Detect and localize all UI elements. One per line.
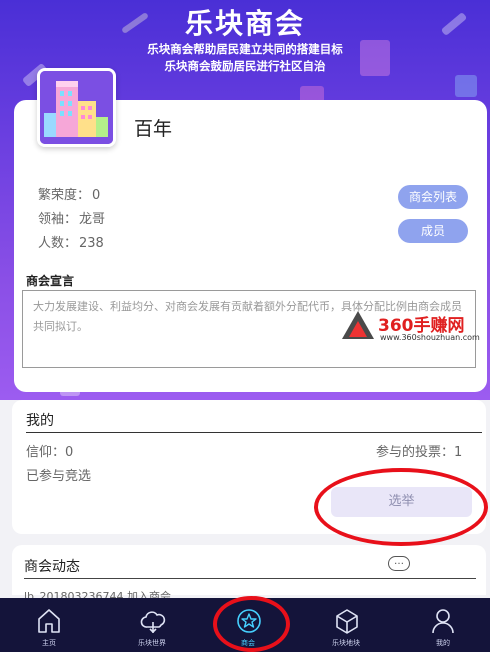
my-section-title: 我的: [26, 413, 54, 429]
members-label: 人数：: [38, 236, 78, 251]
tab-home[interactable]: 主页: [0, 598, 98, 652]
bottom-tab-bar: 主页 乐块世界 商会 乐块地块 我的: [0, 598, 490, 652]
home-icon: [38, 609, 60, 633]
faith-stat: 信仰：0: [26, 441, 73, 460]
watermark-logo-accent: [349, 321, 367, 337]
faith-label: 信仰：: [26, 445, 66, 460]
star-icon: [237, 609, 261, 633]
page-title: 乐块商会: [184, 7, 305, 40]
user-icon: [432, 609, 454, 634]
votes-stat: 参与的投票：1: [376, 441, 462, 460]
campaign-status: 已参与竞选: [26, 469, 92, 484]
news-section-title: 商会动态: [24, 559, 80, 575]
guild-list-button[interactable]: 商会列表: [398, 185, 468, 209]
tab-world-label: 乐块世界: [138, 639, 166, 647]
guild-name: 百年: [134, 118, 173, 140]
faith-value: 0: [65, 445, 74, 460]
more-icon[interactable]: …: [388, 556, 410, 571]
prosperity-value: 0: [92, 188, 101, 203]
building-icon: [40, 71, 113, 144]
divider: [26, 432, 482, 433]
tab-guild-label: 商会: [241, 639, 255, 647]
elect-button[interactable]: 选举: [331, 487, 472, 517]
site-watermark: 360手赚网 www.360shouzhuan.com: [342, 309, 482, 345]
hero-subtitle-1: 乐块商会帮助居民建立共同的搭建目标: [147, 42, 343, 56]
leader-value: 龙哥: [79, 212, 106, 227]
members-value: 238: [79, 236, 104, 251]
cube-icon: [336, 609, 358, 634]
leader-stat: 领袖： 龙哥: [38, 208, 105, 227]
cloud-icon: [140, 611, 166, 634]
prosperity-stat: 繁荣度： 0: [38, 184, 100, 203]
tab-profile-label: 我的: [436, 639, 450, 647]
prosperity-label: 繁荣度：: [38, 188, 91, 203]
members-button[interactable]: 成员: [398, 219, 468, 243]
divider: [24, 578, 476, 579]
members-stat: 人数： 238: [38, 232, 104, 251]
tab-profile[interactable]: 我的: [394, 598, 490, 652]
guild-avatar: [37, 68, 116, 147]
declaration-label: 商会宣言: [26, 274, 75, 288]
watermark-url: www.360shouzhuan.com: [380, 333, 480, 342]
tab-guild[interactable]: 商会: [199, 598, 297, 652]
tab-plots[interactable]: 乐块地块: [297, 598, 395, 652]
tab-world[interactable]: 乐块世界: [103, 598, 201, 652]
tab-plots-label: 乐块地块: [332, 639, 360, 647]
votes-label: 参与的投票：: [376, 445, 455, 460]
tab-home-label: 主页: [42, 639, 56, 647]
leader-label: 领袖：: [38, 212, 78, 227]
votes-value: 1: [454, 445, 463, 460]
